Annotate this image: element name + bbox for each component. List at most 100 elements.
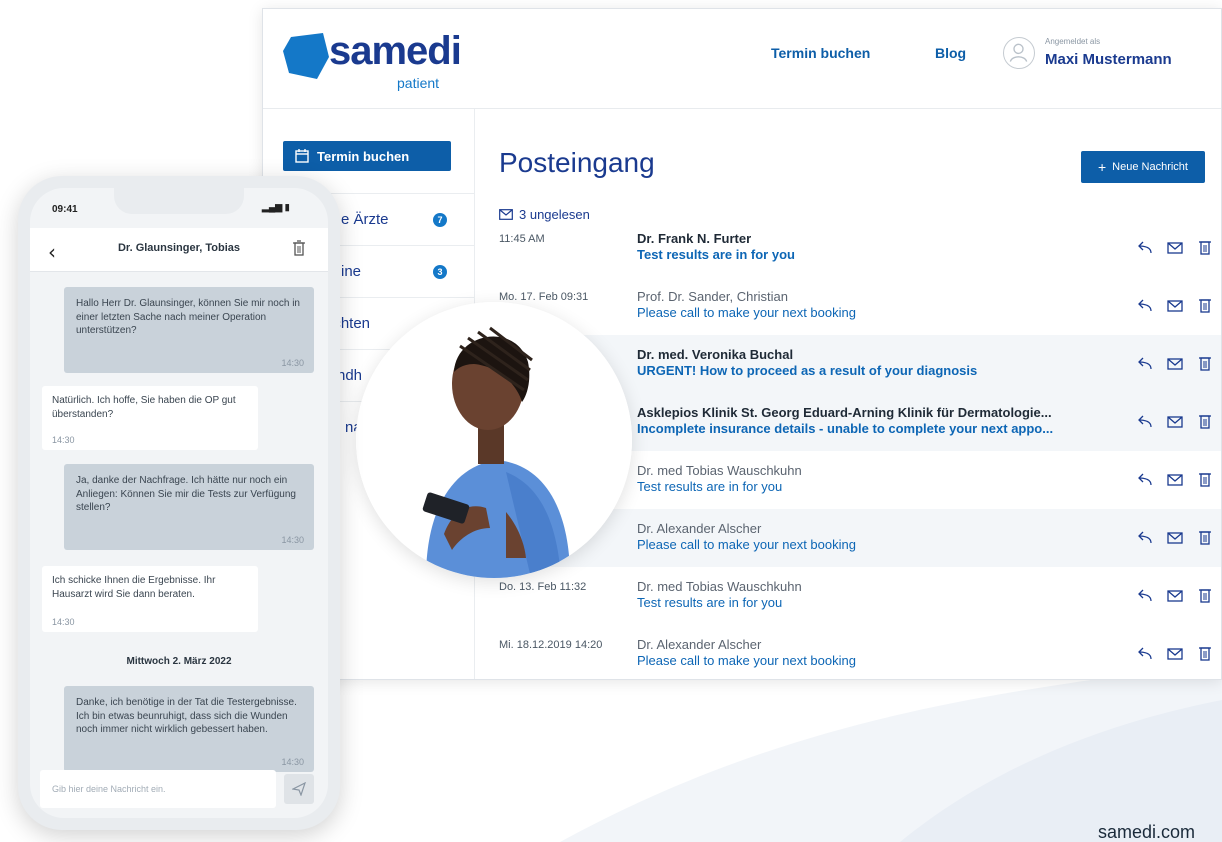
chat-title: Dr. Glaunsinger, Tobias xyxy=(117,242,241,254)
reply-icon[interactable] xyxy=(1137,239,1153,255)
reply-icon[interactable] xyxy=(1137,355,1153,371)
count-badge: 3 xyxy=(433,265,447,279)
logo-subtitle: patient xyxy=(397,75,440,91)
avatar-icon[interactable] xyxy=(1003,37,1035,69)
reply-icon[interactable] xyxy=(1137,471,1153,487)
message-subject: Test results are in for you xyxy=(637,479,783,494)
envelope-icon[interactable] xyxy=(1167,297,1183,313)
message-sender: Prof. Dr. Sander, Christian xyxy=(637,289,789,304)
message-actions xyxy=(1137,587,1213,603)
message-subject: Test results are in for you xyxy=(637,247,795,262)
message-date: Mo. 17. Feb 09:31 xyxy=(499,291,589,303)
chat-bubble-outgoing: Danke, ich benötige in der Tat die Teste… xyxy=(64,686,314,772)
message-subject: Incomplete insurance details - unable to… xyxy=(637,421,1054,436)
message-row[interactable]: 11:45 AM Dr. Frank N. Furter Test results … xyxy=(475,219,1221,277)
message-row[interactable]: Mo. 17. Feb 09:31 Prof. Dr. Sander, Chris… xyxy=(475,277,1221,335)
message-date: 11:45 AM xyxy=(499,233,545,245)
calendar-icon xyxy=(295,149,309,163)
chat-bubble-incoming: Ich schicke Ihnen die Ergebnisse. Ihr Ha… xyxy=(42,566,258,632)
chat-time: 14:30 xyxy=(52,617,75,627)
plus-icon: + xyxy=(1097,159,1107,175)
message-subject: Test results are in for you xyxy=(637,595,783,610)
message-subject: Please call to make your next booking xyxy=(637,305,856,320)
message-actions xyxy=(1137,413,1213,429)
reply-icon[interactable] xyxy=(1137,297,1153,313)
reply-icon[interactable] xyxy=(1137,645,1153,661)
message-sender: Dr. med. Veronika Buchal xyxy=(637,347,794,362)
count-badge: 7 xyxy=(433,213,447,227)
sidebar-item-label: ndh xyxy=(337,367,363,384)
new-message-label: Neue Nachricht xyxy=(1112,161,1188,173)
envelope-icon[interactable] xyxy=(1167,471,1183,487)
trash-icon[interactable] xyxy=(1197,297,1213,313)
message-actions xyxy=(1137,471,1213,487)
chat-text: Ja, danke der Nachfrage. Ich hätte nur n… xyxy=(76,475,296,513)
envelope-open-icon[interactable] xyxy=(1167,239,1183,255)
message-subject: Please call to make your next booking xyxy=(637,537,856,552)
message-subject: Please call to make your next booking xyxy=(637,653,856,668)
envelope-open-icon[interactable] xyxy=(1167,413,1183,429)
trash-icon[interactable] xyxy=(1197,529,1213,545)
message-input[interactable]: Gib hier deine Nachricht ein. xyxy=(40,770,276,808)
user-name[interactable]: Maxi Mustermann xyxy=(1045,51,1172,68)
marketing-composite: samedi patient Termin buchen Blog Angeme… xyxy=(0,0,1222,842)
phone-screen: 09:41 ▂▄▆ ▮ ‹ Dr. Glaunsinger, Tobias Ha… xyxy=(30,188,328,818)
message-sender: Dr. med Tobias Wauschkuhn xyxy=(637,579,802,594)
user-caption: Angemeldet als xyxy=(1045,37,1101,46)
day-separator: Mittwoch 2. März 2022 xyxy=(126,656,232,667)
chat-bubble-outgoing: Ja, danke der Nachfrage. Ich hätte nur n… xyxy=(64,464,314,550)
chat-text: Natürlich. Ich hoffe, Sie haben die OP g… xyxy=(52,395,236,420)
send-button[interactable] xyxy=(284,774,314,804)
message-actions xyxy=(1137,297,1213,313)
reply-icon[interactable] xyxy=(1137,529,1153,545)
chat-time: 14:30 xyxy=(52,435,75,445)
website-url: samedi.com xyxy=(1098,822,1196,842)
message-sender: Dr. Alexander Alscher xyxy=(637,521,762,536)
nav-blog[interactable]: Blog xyxy=(935,45,966,61)
new-message-button[interactable]: + Neue Nachricht xyxy=(1081,151,1205,183)
trash-icon[interactable] xyxy=(292,240,306,256)
message-sender: Dr. Alexander Alscher xyxy=(637,637,762,652)
send-icon xyxy=(292,782,306,796)
chat-header: ‹ Dr. Glaunsinger, Tobias xyxy=(30,228,328,272)
page-title: Posteingang xyxy=(499,147,655,178)
status-time: 09:41 xyxy=(52,204,78,215)
message-sender: Dr. Frank N. Furter xyxy=(637,231,752,246)
envelope-open-icon[interactable] xyxy=(1167,355,1183,371)
woman-with-phone-illustration xyxy=(356,302,632,578)
reply-icon[interactable] xyxy=(1137,587,1153,603)
nav-book-appointment[interactable]: Termin buchen xyxy=(771,45,870,61)
message-row[interactable]: Do. 13. Feb 11:32 Dr. med Tobias Wauschku… xyxy=(475,567,1221,625)
phone-notch xyxy=(114,188,244,214)
trash-icon[interactable] xyxy=(1197,471,1213,487)
message-row[interactable]: Mi. 18.12.2019 14:20 Dr. Alexander Alsche… xyxy=(475,625,1221,679)
chat-text: Hallo Herr Dr. Glaunsinger, können Sie m… xyxy=(76,298,300,336)
sidebar-item-label: ine xyxy=(341,263,362,280)
book-appointment-button[interactable]: Termin buchen xyxy=(283,141,451,171)
logo-icon xyxy=(283,33,329,79)
smartphone: 09:41 ▂▄▆ ▮ ‹ Dr. Glaunsinger, Tobias Ha… xyxy=(18,176,340,830)
message-sender: Asklepios Klinik St. Georg Eduard-Arning… xyxy=(637,405,1052,420)
message-actions xyxy=(1137,645,1213,661)
message-date: Mi. 18.12.2019 14:20 xyxy=(499,639,603,651)
message-actions xyxy=(1137,355,1213,371)
chat-time: 14:30 xyxy=(281,358,304,368)
logo-text: samedi xyxy=(329,29,462,73)
trash-icon[interactable] xyxy=(1197,413,1213,429)
chat-time: 14:30 xyxy=(281,757,304,767)
message-actions xyxy=(1137,239,1213,255)
envelope-icon[interactable] xyxy=(1167,529,1183,545)
chat-text: Danke, ich benötige in der Tat die Teste… xyxy=(76,697,297,735)
trash-icon[interactable] xyxy=(1197,239,1213,255)
top-navigation: samedi patient Termin buchen Blog Angeme… xyxy=(263,9,1221,109)
trash-icon[interactable] xyxy=(1197,645,1213,661)
chat-bubble-incoming: Natürlich. Ich hoffe, Sie haben die OP g… xyxy=(42,386,258,450)
envelope-icon[interactable] xyxy=(1167,645,1183,661)
patient-photo xyxy=(356,302,632,578)
envelope-icon[interactable] xyxy=(1167,587,1183,603)
reply-icon[interactable] xyxy=(1137,413,1153,429)
trash-icon[interactable] xyxy=(1197,355,1213,371)
chat-bubble-outgoing: Hallo Herr Dr. Glaunsinger, können Sie m… xyxy=(64,287,314,373)
trash-icon[interactable] xyxy=(1197,587,1213,603)
message-actions xyxy=(1137,529,1213,545)
